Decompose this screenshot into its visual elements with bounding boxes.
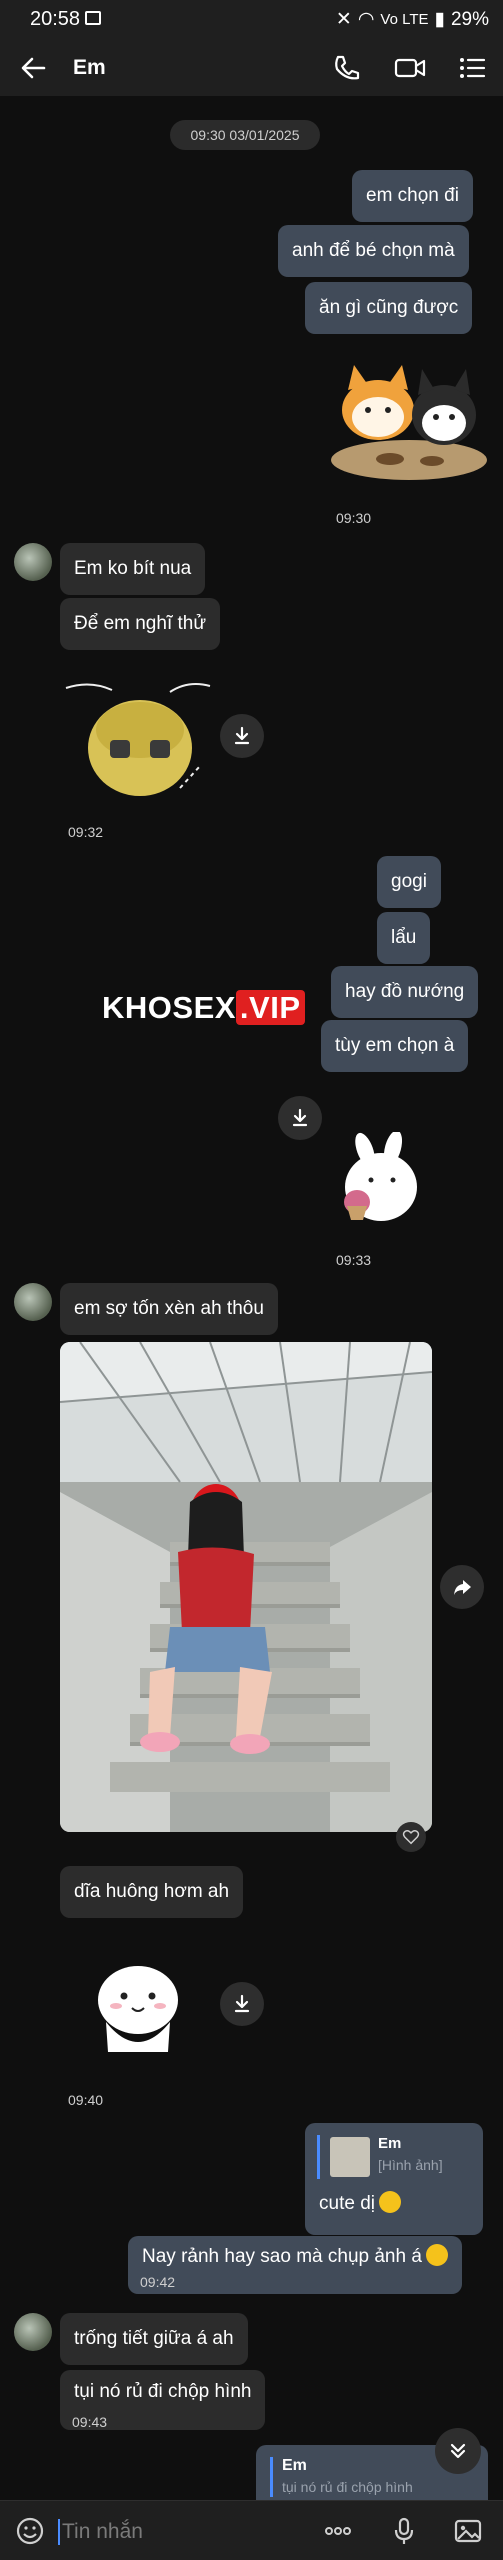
- message-timestamp: 09:42: [140, 2274, 176, 2290]
- message-bubble-incoming[interactable]: Để em nghĩ thử: [60, 598, 221, 650]
- emoji-picker-icon[interactable]: [14, 2515, 46, 2547]
- status-time: 20:58: [30, 8, 81, 30]
- back-arrow-icon[interactable]: [14, 48, 54, 88]
- text-caret: [58, 2519, 60, 2545]
- message-timestamp: 09:30: [336, 510, 372, 526]
- sticker-yellow-character[interactable]: [60, 678, 220, 808]
- watermark-domain: .VIP: [235, 990, 305, 1025]
- double-chevron-down-icon: [450, 2443, 466, 2459]
- avatar[interactable]: [14, 1283, 52, 1321]
- gallery-notification-icon: [85, 11, 101, 25]
- react-button[interactable]: [396, 1822, 426, 1852]
- image-icon[interactable]: [452, 2515, 484, 2547]
- avatar[interactable]: [14, 543, 52, 581]
- message-timestamp: 09:33: [336, 1252, 372, 1268]
- message-input[interactable]: Tin nhắn: [58, 2517, 298, 2547]
- message-timestamp: 09:32: [68, 824, 104, 840]
- share-button[interactable]: [440, 1565, 484, 1609]
- message-timestamp: 09:40: [68, 2092, 104, 2108]
- network-label: Vo LTE: [380, 11, 429, 28]
- share-icon: [454, 1580, 471, 1595]
- message-bubble-incoming[interactable]: em sợ tốn xèn ah thôu: [60, 1283, 278, 1335]
- avatar[interactable]: [14, 2313, 52, 2351]
- wifi-icon: ◠: [357, 9, 375, 30]
- signal-icon: ▮: [434, 9, 445, 30]
- status-bar: 20:58 ✕ ◠ Vo LTE ▮ 29%: [0, 0, 503, 40]
- message-bubble-outgoing[interactable]: anh để bé chọn mà: [278, 225, 469, 277]
- message-bubble-outgoing[interactable]: Nay rảnh hay sao mà chụp ảnh á: [128, 2236, 462, 2294]
- download-icon: [234, 726, 250, 745]
- battery-level: 29%: [450, 8, 489, 30]
- emoji-icon: [425, 2243, 448, 2266]
- message-bubble-outgoing[interactable]: gogi: [377, 856, 441, 908]
- contact-name[interactable]: Em: [73, 56, 106, 80]
- quoted-text: tụi nó rủ đi chộp hình: [282, 2479, 413, 2495]
- date-separator: 09:30 03/01/2025: [170, 120, 320, 150]
- message-bubble-outgoing[interactable]: hay đồ nướng: [331, 966, 479, 1018]
- reply-text: cute dị: [319, 2193, 375, 2214]
- message-timestamp: 09:43: [72, 2414, 108, 2430]
- quoted-text: [Hình ảnh]: [378, 2157, 443, 2173]
- message-bubble-outgoing[interactable]: lẩu: [377, 912, 431, 964]
- watermark-text: KHOSEX: [102, 990, 236, 1025]
- more-options-icon[interactable]: [322, 2515, 354, 2547]
- message-bubble-incoming[interactable]: Em ko bít nua: [60, 543, 206, 595]
- message-bubble-outgoing[interactable]: em chọn đi: [352, 170, 473, 222]
- download-icon: [292, 1108, 308, 1127]
- message-bubble-incoming[interactable]: dĩa huông hơm ah: [60, 1866, 244, 1918]
- video-call-icon[interactable]: [390, 48, 430, 88]
- mute-icon: ✕: [335, 9, 352, 30]
- chat-header: Em: [0, 40, 503, 96]
- status-icons: ✕ ◠ Vo LTE ▮ 29%: [336, 8, 489, 31]
- download-icon: [234, 1994, 250, 2013]
- message-bubble-outgoing[interactable]: tùy em chọn à: [321, 1020, 469, 1072]
- download-button[interactable]: [220, 1982, 264, 2026]
- message-bubble-incoming[interactable]: trống tiết giữa á ah: [60, 2313, 248, 2365]
- message-input-bar: Tin nhắn: [0, 2500, 503, 2560]
- sticker-white-blob[interactable]: [82, 1952, 192, 2062]
- quoted-sender: Em: [282, 2457, 307, 2474]
- sticker-bunny[interactable]: [335, 1130, 425, 1232]
- quoted-message[interactable]: Em [Hình ảnh]: [317, 2135, 472, 2179]
- emoji-icon: [378, 2190, 401, 2213]
- watermark: KHOSEX .VIP: [102, 990, 305, 1026]
- download-button[interactable]: [220, 714, 264, 758]
- heart-icon: [402, 1830, 420, 1845]
- quoted-sender: Em: [378, 2135, 402, 2152]
- reply-text-row: cute dị: [319, 2189, 401, 2219]
- quote-bar: [270, 2457, 273, 2497]
- microphone-icon[interactable]: [388, 2515, 420, 2547]
- scroll-to-bottom-button[interactable]: [435, 2428, 481, 2474]
- download-button[interactable]: [278, 1096, 322, 1140]
- message-input-placeholder: Tin nhắn: [62, 2520, 143, 2543]
- message-text: Nay rảnh hay sao mà chụp ảnh á: [142, 2246, 422, 2267]
- list-menu-icon[interactable]: [452, 48, 492, 88]
- photo-message[interactable]: [60, 1342, 432, 1832]
- quoted-image-thumbnail: [330, 2137, 370, 2177]
- message-bubble-outgoing[interactable]: ăn gì cũng được: [305, 282, 473, 334]
- reply-message-outgoing[interactable]: Em [Hình ảnh] cute dị: [305, 2123, 483, 2235]
- phone-icon[interactable]: [326, 48, 366, 88]
- sticker-dogs[interactable]: [328, 355, 490, 485]
